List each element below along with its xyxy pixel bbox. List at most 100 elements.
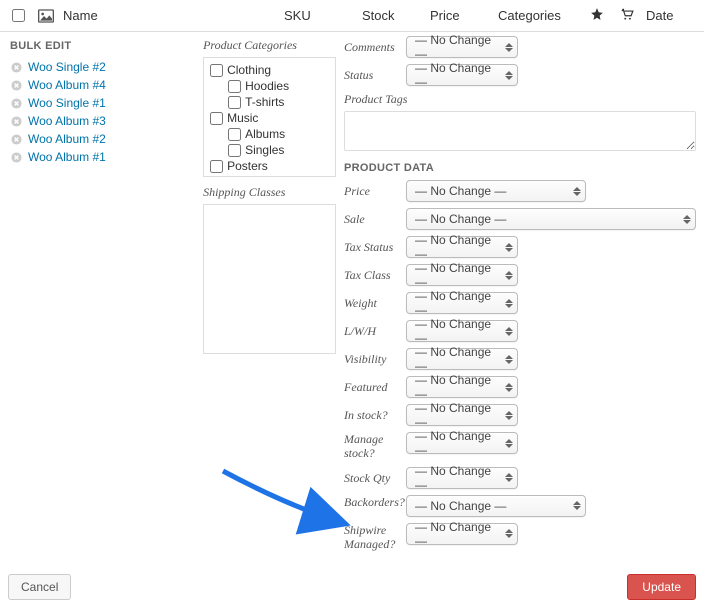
field-label: Tax Status [344,240,398,254]
product-categories-box[interactable]: Clothing Hoodies T-shirts Music Albums Single… [203,57,336,177]
field-select[interactable]: — No Change — [406,264,518,286]
category-label: Clothing [227,63,271,77]
field-select[interactable]: — No Change — [406,432,518,454]
category-checkbox[interactable] [210,64,223,77]
spinner-icon [505,411,513,420]
category-item[interactable]: Music [210,110,329,126]
spinner-icon [505,355,513,364]
col-stock[interactable]: Stock [362,8,422,23]
field-label: In stock? [344,408,398,422]
category-item[interactable]: Posters [210,158,329,174]
field-select[interactable]: — No Change — [406,467,518,489]
spinner-icon [505,299,513,308]
remove-icon[interactable] [10,79,22,91]
bulk-item-label[interactable]: Woo Album #3 [28,114,106,128]
category-label: Albums [245,127,285,141]
col-date[interactable]: Date [646,8,696,23]
category-checkbox[interactable] [228,128,241,141]
bulk-item-label[interactable]: Woo Album #4 [28,78,106,92]
field-select[interactable]: — No Change — [406,236,518,258]
field-select[interactable]: — No Change — [406,404,518,426]
spinner-icon [573,187,581,196]
field-select[interactable]: — No Change — [406,292,518,314]
bulk-item: Woo Single #2 [8,58,195,76]
category-item[interactable]: T-shirts [210,94,329,110]
category-checkbox[interactable] [228,144,241,157]
spinner-icon [505,327,513,336]
category-item[interactable]: Hoodies [210,78,329,94]
spinner-icon [505,529,513,538]
status-select[interactable]: — No Change — [406,64,518,86]
category-checkbox[interactable] [210,112,223,125]
field-select[interactable]: — No Change — [406,208,696,230]
spinner-icon [505,43,513,52]
comments-label: Comments [344,40,398,54]
spinner-icon [505,439,513,448]
field-select[interactable]: — No Change — [406,376,518,398]
spinner-icon [573,501,581,510]
remove-icon[interactable] [10,115,22,127]
status-label: Status [344,68,398,82]
bulk-edit-list: Woo Single #2 Woo Album #4 Woo Single #1 Wo… [8,58,195,166]
field-label: Manage stock? [344,432,398,461]
field-label: L/W/H [344,324,398,338]
category-label: Music [227,111,258,125]
featured-icon[interactable] [586,7,608,24]
category-checkbox[interactable] [228,96,241,109]
col-sku[interactable]: SKU [284,8,354,23]
col-categories[interactable]: Categories [498,8,578,23]
image-icon [37,9,55,23]
col-price[interactable]: Price [430,8,490,23]
category-label: Hoodies [245,79,289,93]
spinner-icon [505,243,513,252]
category-checkbox[interactable] [228,80,241,93]
category-checkbox[interactable] [210,160,223,173]
bulk-item: Woo Album #1 [8,148,195,166]
bulk-item: Woo Single #1 [8,94,195,112]
select-all-checkbox[interactable] [12,9,25,22]
field-select[interactable]: — No Change — [406,320,518,342]
field-label: Featured [344,380,398,394]
bulk-item-label[interactable]: Woo Single #2 [28,60,106,74]
category-label: Singles [245,143,284,157]
bulk-item-label[interactable]: Woo Album #2 [28,132,106,146]
spinner-icon [505,71,513,80]
remove-icon[interactable] [10,151,22,163]
field-select[interactable]: — No Change — [406,180,586,202]
cart-icon[interactable] [616,7,638,24]
field-select[interactable]: — No Change — [406,523,518,545]
col-name[interactable]: Name [63,8,276,23]
table-header: Name SKU Stock Price Categories Date [0,0,704,32]
field-label: Visibility [344,352,398,366]
bulk-item: Woo Album #2 [8,130,195,148]
product-tags-input[interactable] [344,111,696,151]
bulk-item-label[interactable]: Woo Album #1 [28,150,106,164]
field-label: Shipwire Managed? [344,523,398,552]
field-label: Stock Qty [344,471,398,485]
cancel-button[interactable]: Cancel [8,574,71,600]
product-tags-label: Product Tags [344,92,696,107]
field-label: Tax Class [344,268,398,282]
bulk-item-label[interactable]: Woo Single #1 [28,96,106,110]
category-item[interactable]: Clothing [210,62,329,78]
category-label: T-shirts [245,95,284,109]
category-label: Posters [227,159,268,173]
bulk-edit-title: BULK EDIT [10,40,195,52]
remove-icon[interactable] [10,61,22,73]
field-select[interactable]: — No Change — [406,348,518,370]
comments-select[interactable]: — No Change — [406,36,518,58]
spinner-icon [505,271,513,280]
category-item[interactable]: Albums [210,126,329,142]
bulk-item: Woo Album #4 [8,76,195,94]
field-label: Backorders? [344,495,398,509]
category-item[interactable]: Singles [210,142,329,158]
update-button[interactable]: Update [627,574,696,600]
remove-icon[interactable] [10,133,22,145]
product-categories-title: Product Categories [203,38,336,53]
remove-icon[interactable] [10,97,22,109]
field-label: Price [344,184,398,198]
shipping-classes-box[interactable] [203,204,336,354]
spinner-icon [505,473,513,482]
spinner-icon [683,215,691,224]
field-select[interactable]: — No Change — [406,495,586,517]
